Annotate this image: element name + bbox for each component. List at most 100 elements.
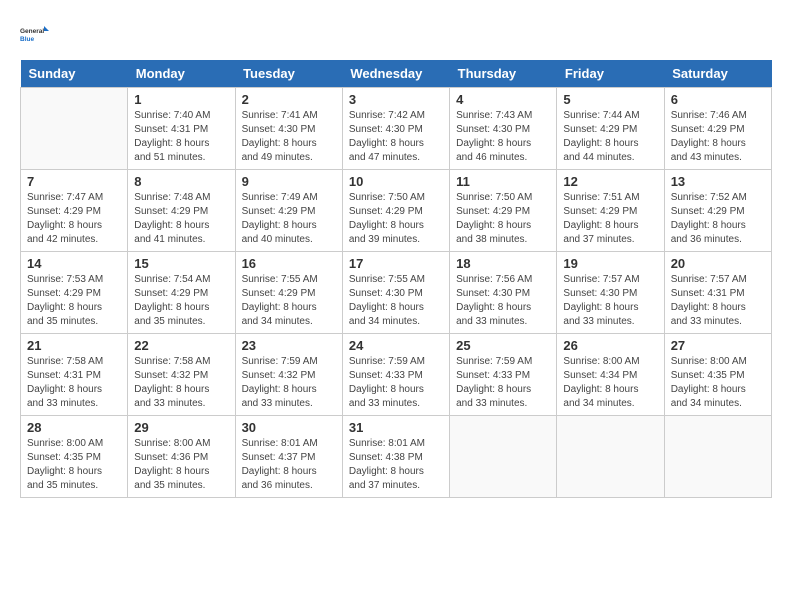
day-info: Sunrise: 7:51 AM Sunset: 4:29 PM Dayligh… [563, 191, 657, 247]
day-info: Sunrise: 7:58 AM Sunset: 4:32 PM Dayligh… [134, 355, 228, 411]
day-info: Sunrise: 7:55 AM Sunset: 4:29 PM Dayligh… [242, 273, 336, 329]
calendar-cell: 29 Sunrise: 8:00 AM Sunset: 4:36 PM Dayli… [128, 416, 235, 498]
day-number: 26 [563, 338, 657, 353]
day-number: 19 [563, 256, 657, 271]
day-info: Sunrise: 8:00 AM Sunset: 4:35 PM Dayligh… [27, 437, 121, 493]
day-info: Sunrise: 7:55 AM Sunset: 4:30 PM Dayligh… [349, 273, 443, 329]
day-number: 30 [242, 420, 336, 435]
weekday-header-row: SundayMondayTuesdayWednesdayThursdayFrid… [21, 60, 772, 88]
day-info: Sunrise: 8:01 AM Sunset: 4:37 PM Dayligh… [242, 437, 336, 493]
day-info: Sunrise: 7:41 AM Sunset: 4:30 PM Dayligh… [242, 109, 336, 165]
day-info: Sunrise: 7:57 AM Sunset: 4:30 PM Dayligh… [563, 273, 657, 329]
calendar-cell: 31 Sunrise: 8:01 AM Sunset: 4:38 PM Dayli… [342, 416, 449, 498]
day-info: Sunrise: 7:49 AM Sunset: 4:29 PM Dayligh… [242, 191, 336, 247]
day-number: 22 [134, 338, 228, 353]
day-number: 28 [27, 420, 121, 435]
day-info: Sunrise: 7:58 AM Sunset: 4:31 PM Dayligh… [27, 355, 121, 411]
day-number: 31 [349, 420, 443, 435]
day-info: Sunrise: 7:50 AM Sunset: 4:29 PM Dayligh… [349, 191, 443, 247]
svg-text:General: General [20, 28, 44, 35]
day-info: Sunrise: 7:43 AM Sunset: 4:30 PM Dayligh… [456, 109, 550, 165]
day-info: Sunrise: 7:40 AM Sunset: 4:31 PM Dayligh… [134, 109, 228, 165]
day-number: 8 [134, 174, 228, 189]
day-info: Sunrise: 8:01 AM Sunset: 4:38 PM Dayligh… [349, 437, 443, 493]
calendar-cell: 12Sunrise: 7:51 AM Sunset: 4:29 PM Dayli… [557, 170, 664, 252]
day-number: 23 [242, 338, 336, 353]
day-info: Sunrise: 7:50 AM Sunset: 4:29 PM Dayligh… [456, 191, 550, 247]
day-number: 25 [456, 338, 550, 353]
day-number: 24 [349, 338, 443, 353]
calendar-table: SundayMondayTuesdayWednesdayThursdayFrid… [20, 60, 772, 498]
calendar-cell: 1Sunrise: 7:40 AM Sunset: 4:31 PM Daylig… [128, 88, 235, 170]
day-number: 7 [27, 174, 121, 189]
weekday-header: Saturday [664, 60, 771, 88]
calendar-cell: 6 Sunrise: 7:46 AM Sunset: 4:29 PM Daylig… [664, 88, 771, 170]
calendar-cell: 3 Sunrise: 7:42 AM Sunset: 4:30 PM Daylig… [342, 88, 449, 170]
day-number: 15 [134, 256, 228, 271]
day-number: 5 [563, 92, 657, 107]
day-number: 27 [671, 338, 765, 353]
day-number: 10 [349, 174, 443, 189]
day-number: 3 [349, 92, 443, 107]
day-info: Sunrise: 7:57 AM Sunset: 4:31 PM Dayligh… [671, 273, 765, 329]
calendar-week-row: 14 Sunrise: 7:53 AM Sunset: 4:29 PM Dayli… [21, 252, 772, 334]
logo: GeneralBlue [20, 20, 50, 50]
calendar-week-row: 28 Sunrise: 8:00 AM Sunset: 4:35 PM Dayli… [21, 416, 772, 498]
calendar-cell: 2Sunrise: 7:41 AM Sunset: 4:30 PM Daylig… [235, 88, 342, 170]
calendar-cell: 5 Sunrise: 7:44 AM Sunset: 4:29 PM Daylig… [557, 88, 664, 170]
day-number: 13 [671, 174, 765, 189]
calendar-cell: 8 Sunrise: 7:48 AM Sunset: 4:29 PM Daylig… [128, 170, 235, 252]
day-info: Sunrise: 7:53 AM Sunset: 4:29 PM Dayligh… [27, 273, 121, 329]
day-info: Sunrise: 8:00 AM Sunset: 4:36 PM Dayligh… [134, 437, 228, 493]
day-info: Sunrise: 7:56 AM Sunset: 4:30 PM Dayligh… [456, 273, 550, 329]
calendar-cell: 27 Sunrise: 8:00 AM Sunset: 4:35 PM Dayli… [664, 334, 771, 416]
calendar-cell: 26 Sunrise: 8:00 AM Sunset: 4:34 PM Dayli… [557, 334, 664, 416]
day-info: Sunrise: 7:59 AM Sunset: 4:33 PM Dayligh… [349, 355, 443, 411]
calendar-cell: 15 Sunrise: 7:54 AM Sunset: 4:29 PM Dayli… [128, 252, 235, 334]
calendar-cell [664, 416, 771, 498]
calendar-cell: 16 Sunrise: 7:55 AM Sunset: 4:29 PM Dayli… [235, 252, 342, 334]
day-number: 20 [671, 256, 765, 271]
day-number: 4 [456, 92, 550, 107]
day-info: Sunrise: 8:00 AM Sunset: 4:35 PM Dayligh… [671, 355, 765, 411]
calendar-cell: 28 Sunrise: 8:00 AM Sunset: 4:35 PM Dayli… [21, 416, 128, 498]
calendar-cell: 9 Sunrise: 7:49 AM Sunset: 4:29 PM Daylig… [235, 170, 342, 252]
calendar-cell: 18Sunrise: 7:56 AM Sunset: 4:30 PM Dayli… [450, 252, 557, 334]
day-number: 6 [671, 92, 765, 107]
calendar-week-row: 7 Sunrise: 7:47 AM Sunset: 4:29 PM Daylig… [21, 170, 772, 252]
calendar-cell [557, 416, 664, 498]
day-info: Sunrise: 7:54 AM Sunset: 4:29 PM Dayligh… [134, 273, 228, 329]
calendar-cell: 19 Sunrise: 7:57 AM Sunset: 4:30 PM Dayli… [557, 252, 664, 334]
weekday-header: Tuesday [235, 60, 342, 88]
calendar-cell: 25 Sunrise: 7:59 AM Sunset: 4:33 PM Dayli… [450, 334, 557, 416]
weekday-header: Wednesday [342, 60, 449, 88]
day-info: Sunrise: 7:47 AM Sunset: 4:29 PM Dayligh… [27, 191, 121, 247]
day-number: 29 [134, 420, 228, 435]
day-info: Sunrise: 7:46 AM Sunset: 4:29 PM Dayligh… [671, 109, 765, 165]
calendar-cell: 10 Sunrise: 7:50 AM Sunset: 4:29 PM Dayli… [342, 170, 449, 252]
calendar-week-row: 21Sunrise: 7:58 AM Sunset: 4:31 PM Dayli… [21, 334, 772, 416]
calendar-cell: 23 Sunrise: 7:59 AM Sunset: 4:32 PM Dayli… [235, 334, 342, 416]
day-info: Sunrise: 7:48 AM Sunset: 4:29 PM Dayligh… [134, 191, 228, 247]
calendar-cell: 17Sunrise: 7:55 AM Sunset: 4:30 PM Dayli… [342, 252, 449, 334]
day-info: Sunrise: 7:42 AM Sunset: 4:30 PM Dayligh… [349, 109, 443, 165]
day-info: Sunrise: 7:59 AM Sunset: 4:32 PM Dayligh… [242, 355, 336, 411]
page-header: GeneralBlue [20, 20, 772, 50]
calendar-cell: 4 Sunrise: 7:43 AM Sunset: 4:30 PM Daylig… [450, 88, 557, 170]
day-info: Sunrise: 7:44 AM Sunset: 4:29 PM Dayligh… [563, 109, 657, 165]
calendar-cell: 14 Sunrise: 7:53 AM Sunset: 4:29 PM Dayli… [21, 252, 128, 334]
weekday-header: Sunday [21, 60, 128, 88]
day-info: Sunrise: 7:59 AM Sunset: 4:33 PM Dayligh… [456, 355, 550, 411]
calendar-cell: 21Sunrise: 7:58 AM Sunset: 4:31 PM Dayli… [21, 334, 128, 416]
day-number: 9 [242, 174, 336, 189]
day-number: 11 [456, 174, 550, 189]
weekday-header: Friday [557, 60, 664, 88]
day-info: Sunrise: 8:00 AM Sunset: 4:34 PM Dayligh… [563, 355, 657, 411]
day-number: 16 [242, 256, 336, 271]
weekday-header: Monday [128, 60, 235, 88]
calendar-cell: 30 Sunrise: 8:01 AM Sunset: 4:37 PM Dayli… [235, 416, 342, 498]
calendar-week-row: 1Sunrise: 7:40 AM Sunset: 4:31 PM Daylig… [21, 88, 772, 170]
calendar-cell: 7 Sunrise: 7:47 AM Sunset: 4:29 PM Daylig… [21, 170, 128, 252]
calendar-cell: 13Sunrise: 7:52 AM Sunset: 4:29 PM Dayli… [664, 170, 771, 252]
day-number: 14 [27, 256, 121, 271]
